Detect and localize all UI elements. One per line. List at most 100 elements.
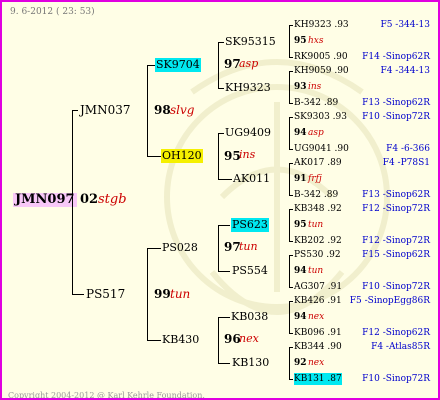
gen2-mark: ins (239, 148, 256, 161)
gen4-sire-line[interactable]: F10 -Sinop72R (362, 111, 430, 123)
connector (289, 209, 293, 210)
gen4-dam-line[interactable]: F13 -Sinop62R (362, 97, 430, 109)
connector (289, 25, 290, 57)
connector (289, 287, 293, 288)
gen4-sire-name[interactable]: AK017 .89 (294, 157, 342, 169)
gen2-mark: tun (239, 240, 258, 253)
connector (289, 379, 293, 380)
gen3-name[interactable]: SK95315 (225, 36, 276, 48)
connector (289, 103, 293, 104)
gen2-name[interactable]: OH120 (161, 149, 203, 163)
connector (218, 271, 230, 272)
gen4-mark: frfj (308, 174, 322, 184)
gen4-sire-name[interactable]: SK9303 .93 (294, 111, 347, 123)
connector (218, 88, 224, 89)
gen2-name[interactable]: KB430 (162, 334, 199, 346)
connector (218, 42, 224, 43)
connector (289, 301, 290, 333)
gen4-dam-line[interactable]: F10 -Sinop72R (362, 373, 430, 385)
gen4-dam-name[interactable]: B-342 .89 (294, 189, 338, 201)
gen3-name[interactable]: PS554 (232, 265, 268, 277)
connector (289, 117, 293, 118)
connector (147, 248, 148, 340)
gen4-dam-name[interactable]: RK9005 .90 (294, 51, 348, 63)
gen3-name[interactable]: UG9409 (225, 127, 271, 139)
connector (289, 301, 293, 302)
connector (147, 340, 161, 341)
gen4-sire-line[interactable]: F5 -344-13 (380, 19, 430, 31)
connector (218, 133, 219, 179)
gen4-dam-name[interactable]: UG9041 .90 (294, 143, 349, 155)
subject-code: 02 (80, 192, 99, 207)
subject-name[interactable]: JMN097 (13, 193, 77, 207)
gen4-sire-line[interactable]: F4 -Atlas85R (371, 341, 430, 353)
gen4-dam-line[interactable]: F12 -Sinop72R (362, 235, 430, 247)
gen4-dam-line[interactable]: F4 -6-366 (386, 143, 430, 155)
gen4-dam-name[interactable]: KB202 .92 (294, 235, 342, 247)
dam-name[interactable]: PS517 (86, 288, 125, 300)
gen4-sire-line[interactable]: F15 -Sinop62R (362, 249, 430, 261)
gen4-dam-line[interactable]: F10 -Sinop72R (362, 281, 430, 293)
gen3-name[interactable]: KH9323 (225, 82, 271, 94)
gen4-sire-name[interactable]: KB426 .91 (294, 295, 342, 307)
connector (218, 317, 230, 318)
connector (218, 225, 230, 226)
sire-name[interactable]: JMN037 (80, 104, 131, 116)
connector (72, 110, 73, 294)
gen4-mark: ins (308, 82, 322, 92)
gen4-mark: tun (308, 266, 324, 276)
gen4-sire-name[interactable]: KB344 .90 (294, 341, 342, 353)
connector (218, 363, 230, 364)
gen4-code: 93 (294, 82, 307, 92)
connector (289, 25, 293, 26)
gen4-sire-name[interactable]: KH9323 .93 (294, 19, 349, 31)
connector (289, 209, 290, 241)
gen4-sire-name[interactable]: KH9059 .90 (294, 65, 349, 77)
gen3-name[interactable]: PS623 (231, 218, 269, 232)
gen4-code: 92 (294, 358, 307, 368)
gen4-dam-name[interactable]: B-342 .89 (294, 97, 338, 109)
gen4-code: 94 (294, 312, 307, 322)
pedigree-frame: 9. 6-2012 ( 23: 53) Copyright 2004-2012 … (0, 0, 440, 400)
connector (289, 163, 290, 195)
gen4-dam-name[interactable]: KB131 .87 (294, 373, 342, 385)
gen4-mark: asp (308, 128, 324, 138)
connector (289, 163, 293, 164)
connector (218, 133, 224, 134)
gen4-dam-name[interactable]: KB096 .91 (294, 327, 342, 339)
gen4-sire-line[interactable]: F4 -P78S1 (383, 157, 430, 169)
connector (72, 294, 84, 295)
connector (289, 255, 293, 256)
gen3-name[interactable]: KB038 (231, 311, 268, 323)
gen4-sire-name[interactable]: PS530 .92 (294, 249, 341, 261)
connector (289, 255, 290, 287)
gen4-sire-name[interactable]: KB348 .92 (294, 203, 342, 215)
connector (147, 65, 155, 66)
connector (289, 149, 293, 150)
gen2-name[interactable]: SK9704 (155, 58, 201, 72)
connector (147, 156, 161, 157)
gen4-dam-line[interactable]: F14 -Sinop62R (362, 51, 430, 63)
copyright-notice: Copyright 2004-2012 @ Karl Kehrle Founda… (8, 391, 205, 400)
gen3-name[interactable]: AK011 (233, 173, 270, 185)
connector (218, 179, 232, 180)
connector (289, 57, 293, 58)
gen3-name[interactable]: KB130 (232, 357, 269, 369)
gen4-dam-line[interactable]: F13 -Sinop62R (362, 189, 430, 201)
connector (289, 347, 293, 348)
subject-mark: stgb (98, 192, 127, 207)
gen2-name[interactable]: PS028 (162, 242, 198, 254)
gen4-code: 95 (294, 220, 307, 230)
connector (218, 42, 219, 88)
gen4-mark: tun (308, 220, 324, 230)
gen4-mark: nex (308, 358, 325, 368)
gen4-sire-line[interactable]: F4 -344-13 (380, 65, 430, 77)
dam-mark: tun (170, 287, 191, 301)
connector (218, 317, 219, 363)
gen4-dam-name[interactable]: AG307 .91 (294, 281, 342, 293)
gen4-dam-line[interactable]: F12 -Sinop62R (362, 327, 430, 339)
gen4-sire-line[interactable]: F12 -Sinop72R (362, 203, 430, 215)
dam-code: 99 (154, 287, 171, 301)
connector (289, 195, 293, 196)
gen4-sire-line[interactable]: F5 -SinopEgg86R (350, 295, 430, 307)
